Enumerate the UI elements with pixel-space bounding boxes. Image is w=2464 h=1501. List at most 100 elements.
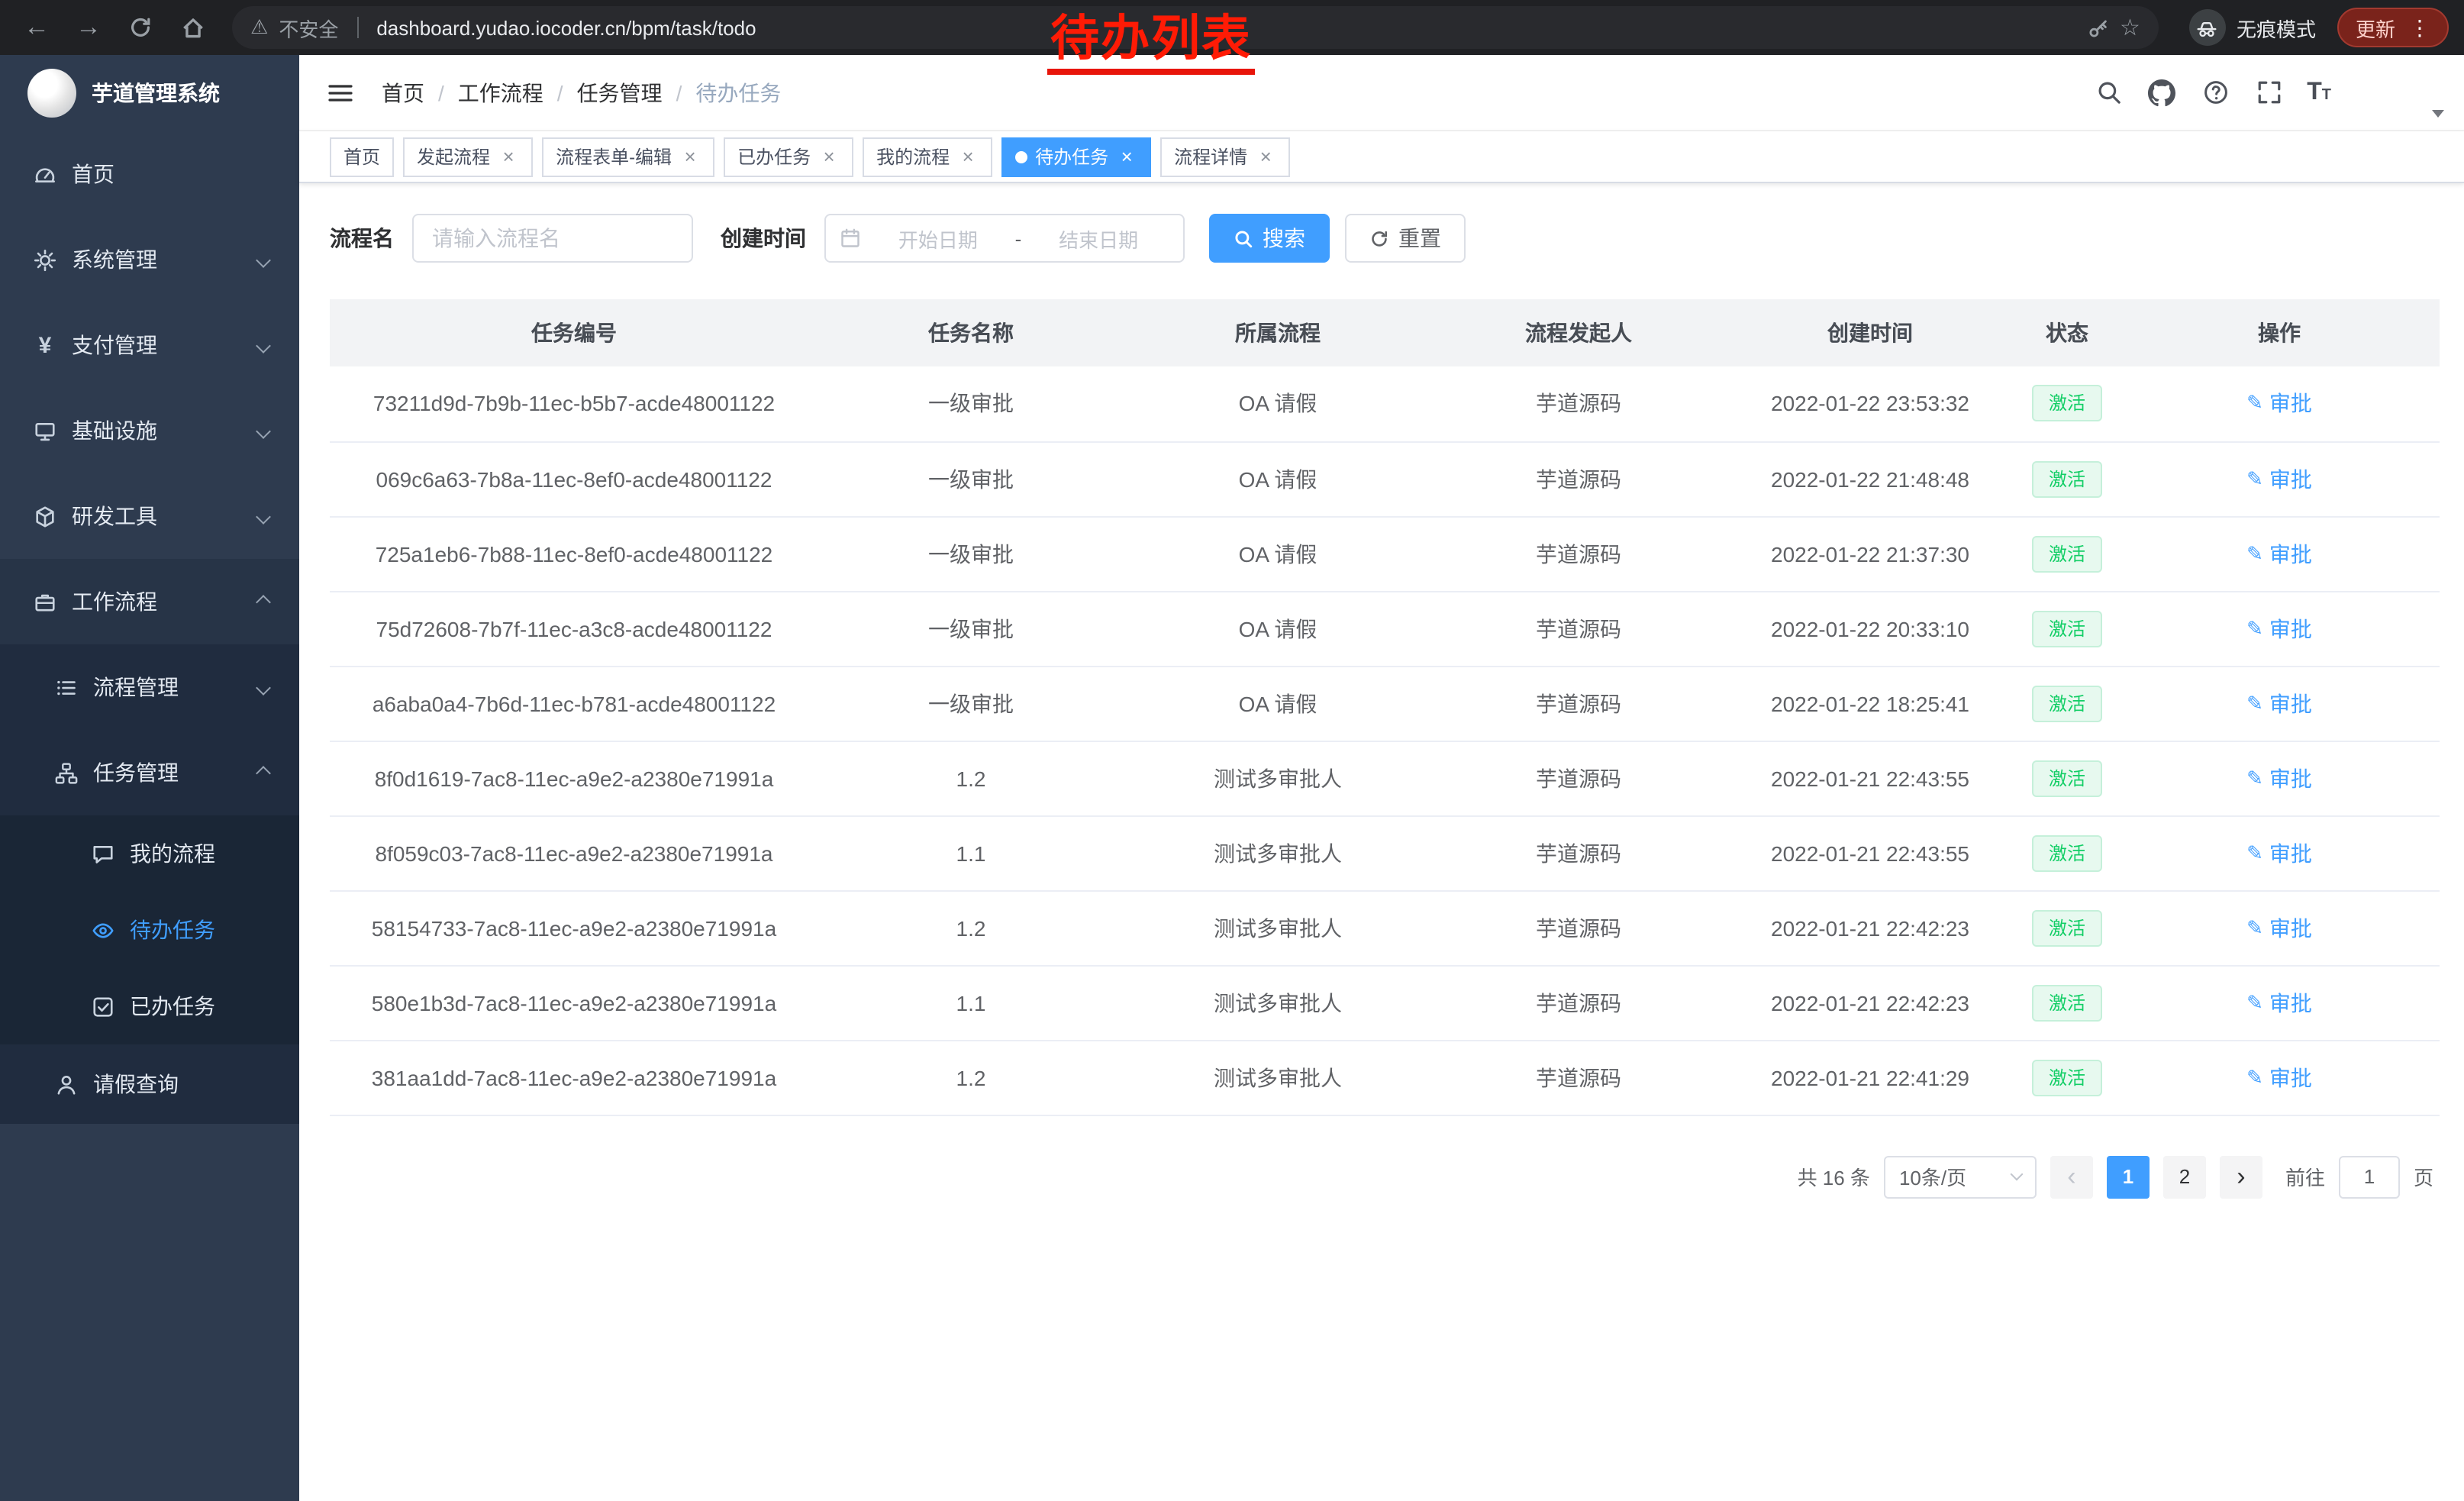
monitor-icon [34, 419, 56, 442]
gear-icon [34, 248, 56, 271]
status-badge: 激活 [2032, 909, 2102, 946]
approve-link[interactable]: ✎审批 [2246, 688, 2312, 718]
sidebar-item-todo-task[interactable]: 待办任务 [0, 892, 299, 968]
tab-my-process[interactable]: 我的流程 × [863, 137, 992, 176]
approve-link[interactable]: ✎审批 [2246, 463, 2312, 494]
tab-start-process[interactable]: 发起流程 × [403, 137, 533, 176]
browser-reload-icon[interactable] [119, 6, 162, 49]
avatar-dropdown-caret-icon[interactable] [2432, 109, 2444, 117]
sidebar-item-task-mgmt[interactable]: 任务管理 [0, 730, 299, 815]
approve-link[interactable]: ✎审批 [2246, 389, 2312, 419]
breadcrumb-home[interactable]: 首页 [382, 77, 424, 108]
tab-todo-task[interactable]: 待办任务 × [1001, 137, 1151, 176]
chevron-down-icon [256, 679, 271, 695]
next-page-button[interactable]: › [2220, 1155, 2262, 1198]
chevron-down-icon [256, 508, 271, 524]
page-size-select[interactable]: 10条/页 [1884, 1155, 2037, 1198]
approve-link[interactable]: ✎审批 [2246, 838, 2312, 868]
chevron-down-icon [256, 337, 271, 353]
search-icon[interactable] [2093, 77, 2124, 108]
sidebar-item-home[interactable]: 首页 [0, 131, 299, 217]
browser-back-icon[interactable]: ← [15, 6, 58, 49]
sidebar-item-process-mgmt[interactable]: 流程管理 [0, 644, 299, 730]
approve-link[interactable]: ✎审批 [2246, 613, 2312, 644]
status-badge: 激活 [2032, 386, 2102, 422]
browser-home-icon[interactable] [171, 6, 214, 49]
status-badge: 激活 [2032, 535, 2102, 572]
approve-link[interactable]: ✎审批 [2246, 538, 2312, 569]
list-icon [55, 676, 78, 699]
col-process: 所属流程 [1124, 299, 1432, 366]
close-icon[interactable]: × [818, 146, 840, 167]
total-count: 共 16 条 [1798, 1162, 1870, 1191]
sidebar-collapse-icon[interactable] [327, 79, 354, 106]
sidebar-item-my-process[interactable]: 我的流程 [0, 815, 299, 892]
sidebar-item-done-task[interactable]: 已办任务 [0, 968, 299, 1044]
search-button[interactable]: 搜索 [1209, 214, 1330, 263]
edit-icon: ✎ [2246, 466, 2263, 491]
sidebar: 芋道管理系统 首页 系统管理 ¥ [0, 55, 299, 1501]
breadcrumb-workflow[interactable]: 工作流程 [458, 77, 543, 108]
sidebar-item-devtools[interactable]: 研发工具 [0, 473, 299, 559]
goto-label: 前往 [2285, 1162, 2325, 1191]
tab-home[interactable]: 首页 [330, 137, 394, 176]
breadcrumb: 首页 / 工作流程 / 任务管理 / 待办任务 [382, 77, 781, 108]
chevron-up-icon [256, 765, 271, 780]
chrome-update-button[interactable]: 更新 ⋮ [2337, 8, 2449, 47]
toolbox-icon [34, 505, 56, 528]
chevron-down-icon [2010, 1168, 2023, 1181]
goto-page-input[interactable] [2339, 1155, 2400, 1198]
github-icon[interactable] [2146, 77, 2177, 108]
tab-process-form-edit[interactable]: 流程表单-编辑 × [542, 137, 714, 176]
breadcrumb-task-mgmt[interactable]: 任务管理 [577, 77, 663, 108]
status-badge: 激活 [2032, 834, 2102, 871]
table-row: 8f059c03-7ac8-11ec-a9e2-a2380e71991a 1.1… [330, 815, 2440, 890]
security-label: 不安全 [279, 13, 338, 42]
breadcrumb-current: 待办任务 [695, 77, 781, 108]
table-row: a6aba0a4-7b6d-11ec-b781-acde48001122 一级审… [330, 666, 2440, 741]
bookmark-star-icon[interactable]: ☆ [2120, 14, 2140, 41]
sidebar-item-infrastructure[interactable]: 基础设施 [0, 388, 299, 473]
process-name-input[interactable] [412, 214, 693, 263]
page-2-button[interactable]: 2 [2163, 1155, 2206, 1198]
browser-forward-icon[interactable]: → [67, 6, 110, 49]
close-icon[interactable]: × [498, 146, 519, 167]
tags-view-bar: 首页 发起流程 × 流程表单-编辑 × 已办任务 × 我的流程 × [299, 131, 2464, 183]
close-icon[interactable]: × [1116, 146, 1137, 167]
chevron-up-icon [256, 594, 271, 609]
sitemap-icon [55, 761, 78, 784]
fullscreen-icon[interactable] [2253, 77, 2284, 108]
reset-button[interactable]: 重置 [1345, 214, 1466, 263]
edit-icon: ✎ [2246, 616, 2263, 641]
approve-link[interactable]: ✎审批 [2246, 763, 2312, 793]
sidebar-item-leave-query[interactable]: 请假查询 [0, 1044, 299, 1124]
close-icon[interactable]: × [1255, 146, 1276, 167]
close-icon[interactable]: × [679, 146, 701, 167]
password-key-icon[interactable] [2086, 16, 2109, 39]
app-title: 芋道管理系统 [92, 78, 220, 108]
tab-done-task[interactable]: 已办任务 × [724, 137, 853, 176]
close-icon[interactable]: × [957, 146, 979, 167]
sidebar-item-workflow[interactable]: 工作流程 [0, 559, 299, 644]
incognito-icon [2189, 9, 2226, 46]
status-badge: 激活 [2032, 760, 2102, 796]
top-navbar: 首页 / 工作流程 / 任务管理 / 待办任务 [299, 55, 2464, 131]
col-status: 状态 [2015, 299, 2119, 366]
browser-menu-icon[interactable]: ⋮ [2409, 15, 2430, 40]
refresh-icon [1369, 228, 1389, 248]
page-1-button[interactable]: 1 [2107, 1155, 2150, 1198]
table-row: 580e1b3d-7ac8-11ec-a9e2-a2380e71991a 1.1… [330, 965, 2440, 1040]
calendar-icon [840, 228, 861, 249]
approve-link[interactable]: ✎审批 [2246, 1062, 2312, 1093]
font-size-icon[interactable]: TT [2307, 79, 2331, 106]
approve-link[interactable]: ✎审批 [2246, 987, 2312, 1018]
tab-process-detail[interactable]: 流程详情 × [1160, 137, 1290, 176]
prev-page-button[interactable]: ‹ [2050, 1155, 2093, 1198]
help-icon[interactable] [2200, 77, 2230, 108]
approve-link[interactable]: ✎审批 [2246, 912, 2312, 943]
sidebar-item-system[interactable]: 系统管理 [0, 217, 299, 302]
start-date-placeholder: 开始日期 [867, 224, 1009, 253]
sidebar-item-payment[interactable]: ¥ 支付管理 [0, 302, 299, 388]
pagination: 共 16 条 10条/页 ‹ 1 2 › 前往 页 [330, 1155, 2433, 1198]
date-range-picker[interactable]: 开始日期 - 结束日期 [824, 214, 1185, 263]
